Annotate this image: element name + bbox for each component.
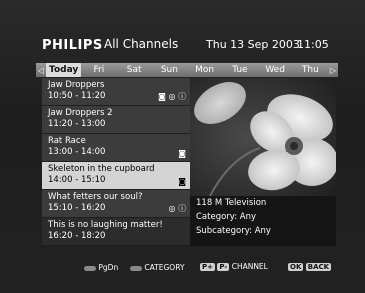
category-key-label: CATEGORY bbox=[144, 263, 185, 272]
program-details: 118 M Television Category: Any Subcatego… bbox=[190, 196, 336, 246]
day-tab-thu[interactable]: Thu bbox=[293, 63, 328, 77]
program-time: 13:00 - 14:00 bbox=[48, 147, 106, 157]
day-prev-arrow-icon[interactable]: ◁ bbox=[36, 66, 46, 75]
day-selector: ◁ Today Fri Sat Sun Mon Tue Wed Thu ▷ bbox=[36, 63, 338, 77]
day-tab-wed[interactable]: Wed bbox=[258, 63, 293, 77]
pgdn-key[interactable]: PgDn bbox=[84, 263, 118, 272]
program-title: Jaw Droppers bbox=[48, 80, 105, 90]
brand-logo: PHILIPS bbox=[42, 38, 103, 53]
color-key-icon bbox=[84, 265, 96, 271]
channel-keys[interactable]: P+ P- CHANNEL bbox=[200, 262, 268, 271]
program-title: This is no laughing matter! bbox=[48, 220, 163, 230]
epg-screen: PHILIPS All Channels Thu 13 Sep 2003 11:… bbox=[0, 0, 365, 293]
day-tab-tue[interactable]: Tue bbox=[222, 63, 257, 77]
program-preview-image bbox=[190, 78, 336, 196]
color-key-icon bbox=[130, 265, 142, 271]
day-tab-fri[interactable]: Fri bbox=[81, 63, 116, 77]
program-title: Jaw Droppers 2 bbox=[48, 108, 113, 118]
program-title: Rat Race bbox=[48, 136, 86, 146]
day-tab-sun[interactable]: Sun bbox=[152, 63, 187, 77]
clock-display: 11:05 bbox=[297, 38, 329, 51]
pgdn-label: PgDn bbox=[98, 263, 119, 272]
program-time: 16:20 - 18:20 bbox=[48, 231, 106, 241]
program-status-icons: ◙ bbox=[178, 177, 186, 186]
category-key[interactable]: CATEGORY bbox=[130, 263, 185, 272]
subcategory-label: Subcategory: Any bbox=[196, 226, 271, 236]
p-plus-key[interactable]: P+ bbox=[200, 263, 215, 271]
program-status-icons: ◙ bbox=[178, 149, 186, 158]
program-time: 14:00 - 15:10 bbox=[48, 175, 106, 185]
program-time: 11:20 - 13:00 bbox=[48, 119, 106, 129]
program-item[interactable]: Rat Race 13:00 - 14:00 ◙ bbox=[42, 134, 190, 162]
program-title: What fetters our soul? bbox=[48, 192, 143, 202]
program-item[interactable]: Jaw Droppers 10:50 - 11:20 ◙ ◎ ⓘ bbox=[42, 78, 190, 106]
program-status-icons: ◙ ◎ ⓘ bbox=[158, 92, 186, 101]
program-item[interactable]: What fetters our soul? 15:10 - 16:20 ◎ ⓘ bbox=[42, 190, 190, 218]
program-status-icons: ◎ ⓘ bbox=[168, 204, 186, 213]
ok-key[interactable]: OK bbox=[288, 263, 304, 271]
program-list: Jaw Droppers 10:50 - 11:20 ◙ ◎ ⓘ Jaw Dro… bbox=[42, 78, 190, 246]
channel-key-label: CHANNEL bbox=[231, 262, 268, 271]
channel-group-title: All Channels bbox=[104, 37, 179, 51]
p-minus-key[interactable]: P- bbox=[217, 263, 230, 271]
header: PHILIPS All Channels Thu 13 Sep 2003 11:… bbox=[0, 28, 365, 62]
day-tab-today[interactable]: Today bbox=[46, 63, 82, 77]
program-title: Skeleton in the cupboard bbox=[48, 164, 155, 174]
flower-photo bbox=[190, 78, 336, 196]
program-item-selected[interactable]: Skeleton in the cupboard 14:00 - 15:10 ◙ bbox=[42, 162, 190, 190]
program-item[interactable]: Jaw Droppers 2 11:20 - 13:00 bbox=[42, 106, 190, 134]
day-tab-mon[interactable]: Mon bbox=[187, 63, 222, 77]
day-tab-sat[interactable]: Sat bbox=[117, 63, 152, 77]
footer-legend: PgDn CATEGORY P+ P- CHANNEL OK BACK bbox=[0, 258, 365, 278]
back-key[interactable]: BACK bbox=[305, 263, 332, 271]
date-display: Thu 13 Sep 2003 bbox=[206, 38, 300, 51]
category-label: Category: Any bbox=[196, 212, 257, 222]
ok-back-keys[interactable]: OK BACK bbox=[288, 262, 332, 271]
program-item[interactable]: This is no laughing matter! 16:20 - 18:2… bbox=[42, 218, 190, 246]
channel-name: 118 M Television bbox=[196, 198, 267, 208]
day-next-arrow-icon[interactable]: ▷ bbox=[328, 66, 338, 75]
